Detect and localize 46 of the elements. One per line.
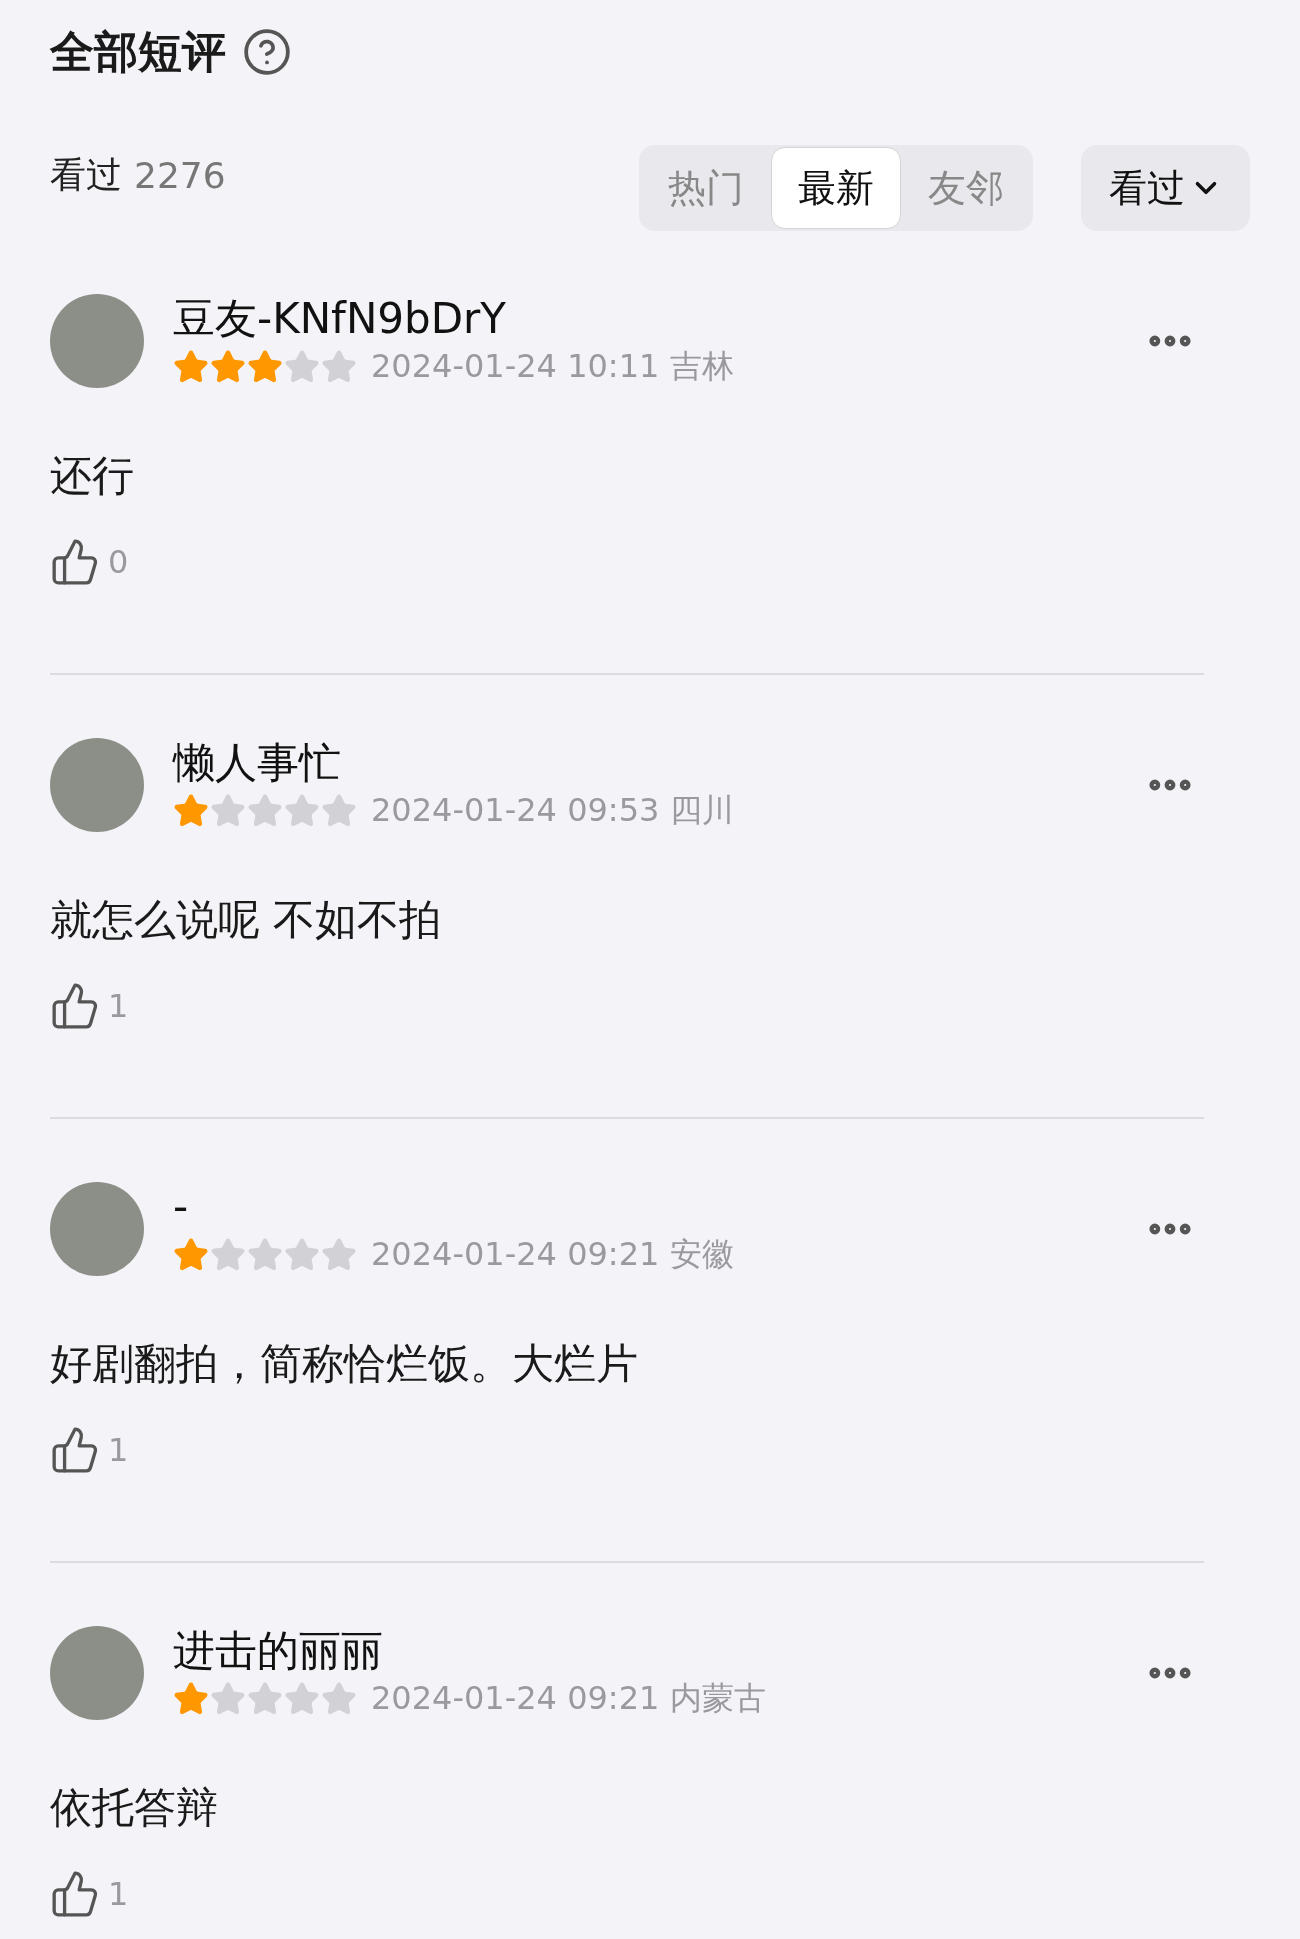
page-title: 全部短评 <box>50 25 226 79</box>
star-icon <box>321 349 357 385</box>
filter-dropdown[interactable]: 看过 <box>1081 145 1250 231</box>
star-icon <box>247 1681 283 1717</box>
star-icon <box>210 1237 246 1273</box>
thumbs-up-icon[interactable] <box>50 981 100 1031</box>
star-icon <box>173 349 209 385</box>
sort-tab[interactable]: 最新 <box>771 147 901 229</box>
star-icon <box>321 793 357 829</box>
star-icon <box>173 1681 209 1717</box>
star-icon <box>284 349 320 385</box>
star-icon <box>210 349 246 385</box>
user-name[interactable]: 进击的丽丽 <box>173 1625 1144 1677</box>
star-icon <box>210 1681 246 1717</box>
comment-text: 还行 <box>50 450 135 502</box>
user-name[interactable]: - <box>173 1181 1144 1233</box>
like-count: 1 <box>108 1431 129 1469</box>
comment-time-location: 2024-01-24 10:11 吉林 <box>371 346 734 387</box>
comment-text: 就怎么说呢 不如不拍 <box>50 894 443 946</box>
help-icon[interactable] <box>242 27 292 77</box>
star-icon <box>284 793 320 829</box>
comment-text: 好剧翻拍，简称恰烂饭。大烂片 <box>50 1338 639 1390</box>
thumbs-up-icon[interactable] <box>50 1425 100 1475</box>
user-name[interactable]: 懒人事忙 <box>173 737 1144 789</box>
star-icon <box>247 349 283 385</box>
star-icon <box>321 1681 357 1717</box>
thumbs-up-icon[interactable] <box>50 537 100 587</box>
user-name[interactable]: 豆友-KNfN9bDrY <box>173 293 1144 345</box>
comment-time-location: 2024-01-24 09:53 四川 <box>371 790 734 831</box>
star-icon <box>210 793 246 829</box>
like-count: 1 <box>108 1875 129 1913</box>
like-count: 0 <box>108 543 129 581</box>
watched-count: 2276 <box>134 154 226 196</box>
star-icon <box>247 793 283 829</box>
comment-time-location: 2024-01-24 09:21 安徽 <box>371 1234 734 1275</box>
star-icon <box>284 1237 320 1273</box>
comment-time-location: 2024-01-24 09:21 内蒙古 <box>371 1678 766 1719</box>
thumbs-up-icon[interactable] <box>50 1869 100 1919</box>
like-count: 1 <box>108 987 129 1025</box>
star-icon <box>173 1237 209 1273</box>
star-icon <box>284 1681 320 1717</box>
star-icon <box>247 1237 283 1273</box>
comment-text: 依托答辩 <box>50 1782 219 1834</box>
star-icon <box>173 793 209 829</box>
watched-label: 看过 <box>50 152 122 197</box>
star-icon <box>321 1237 357 1273</box>
